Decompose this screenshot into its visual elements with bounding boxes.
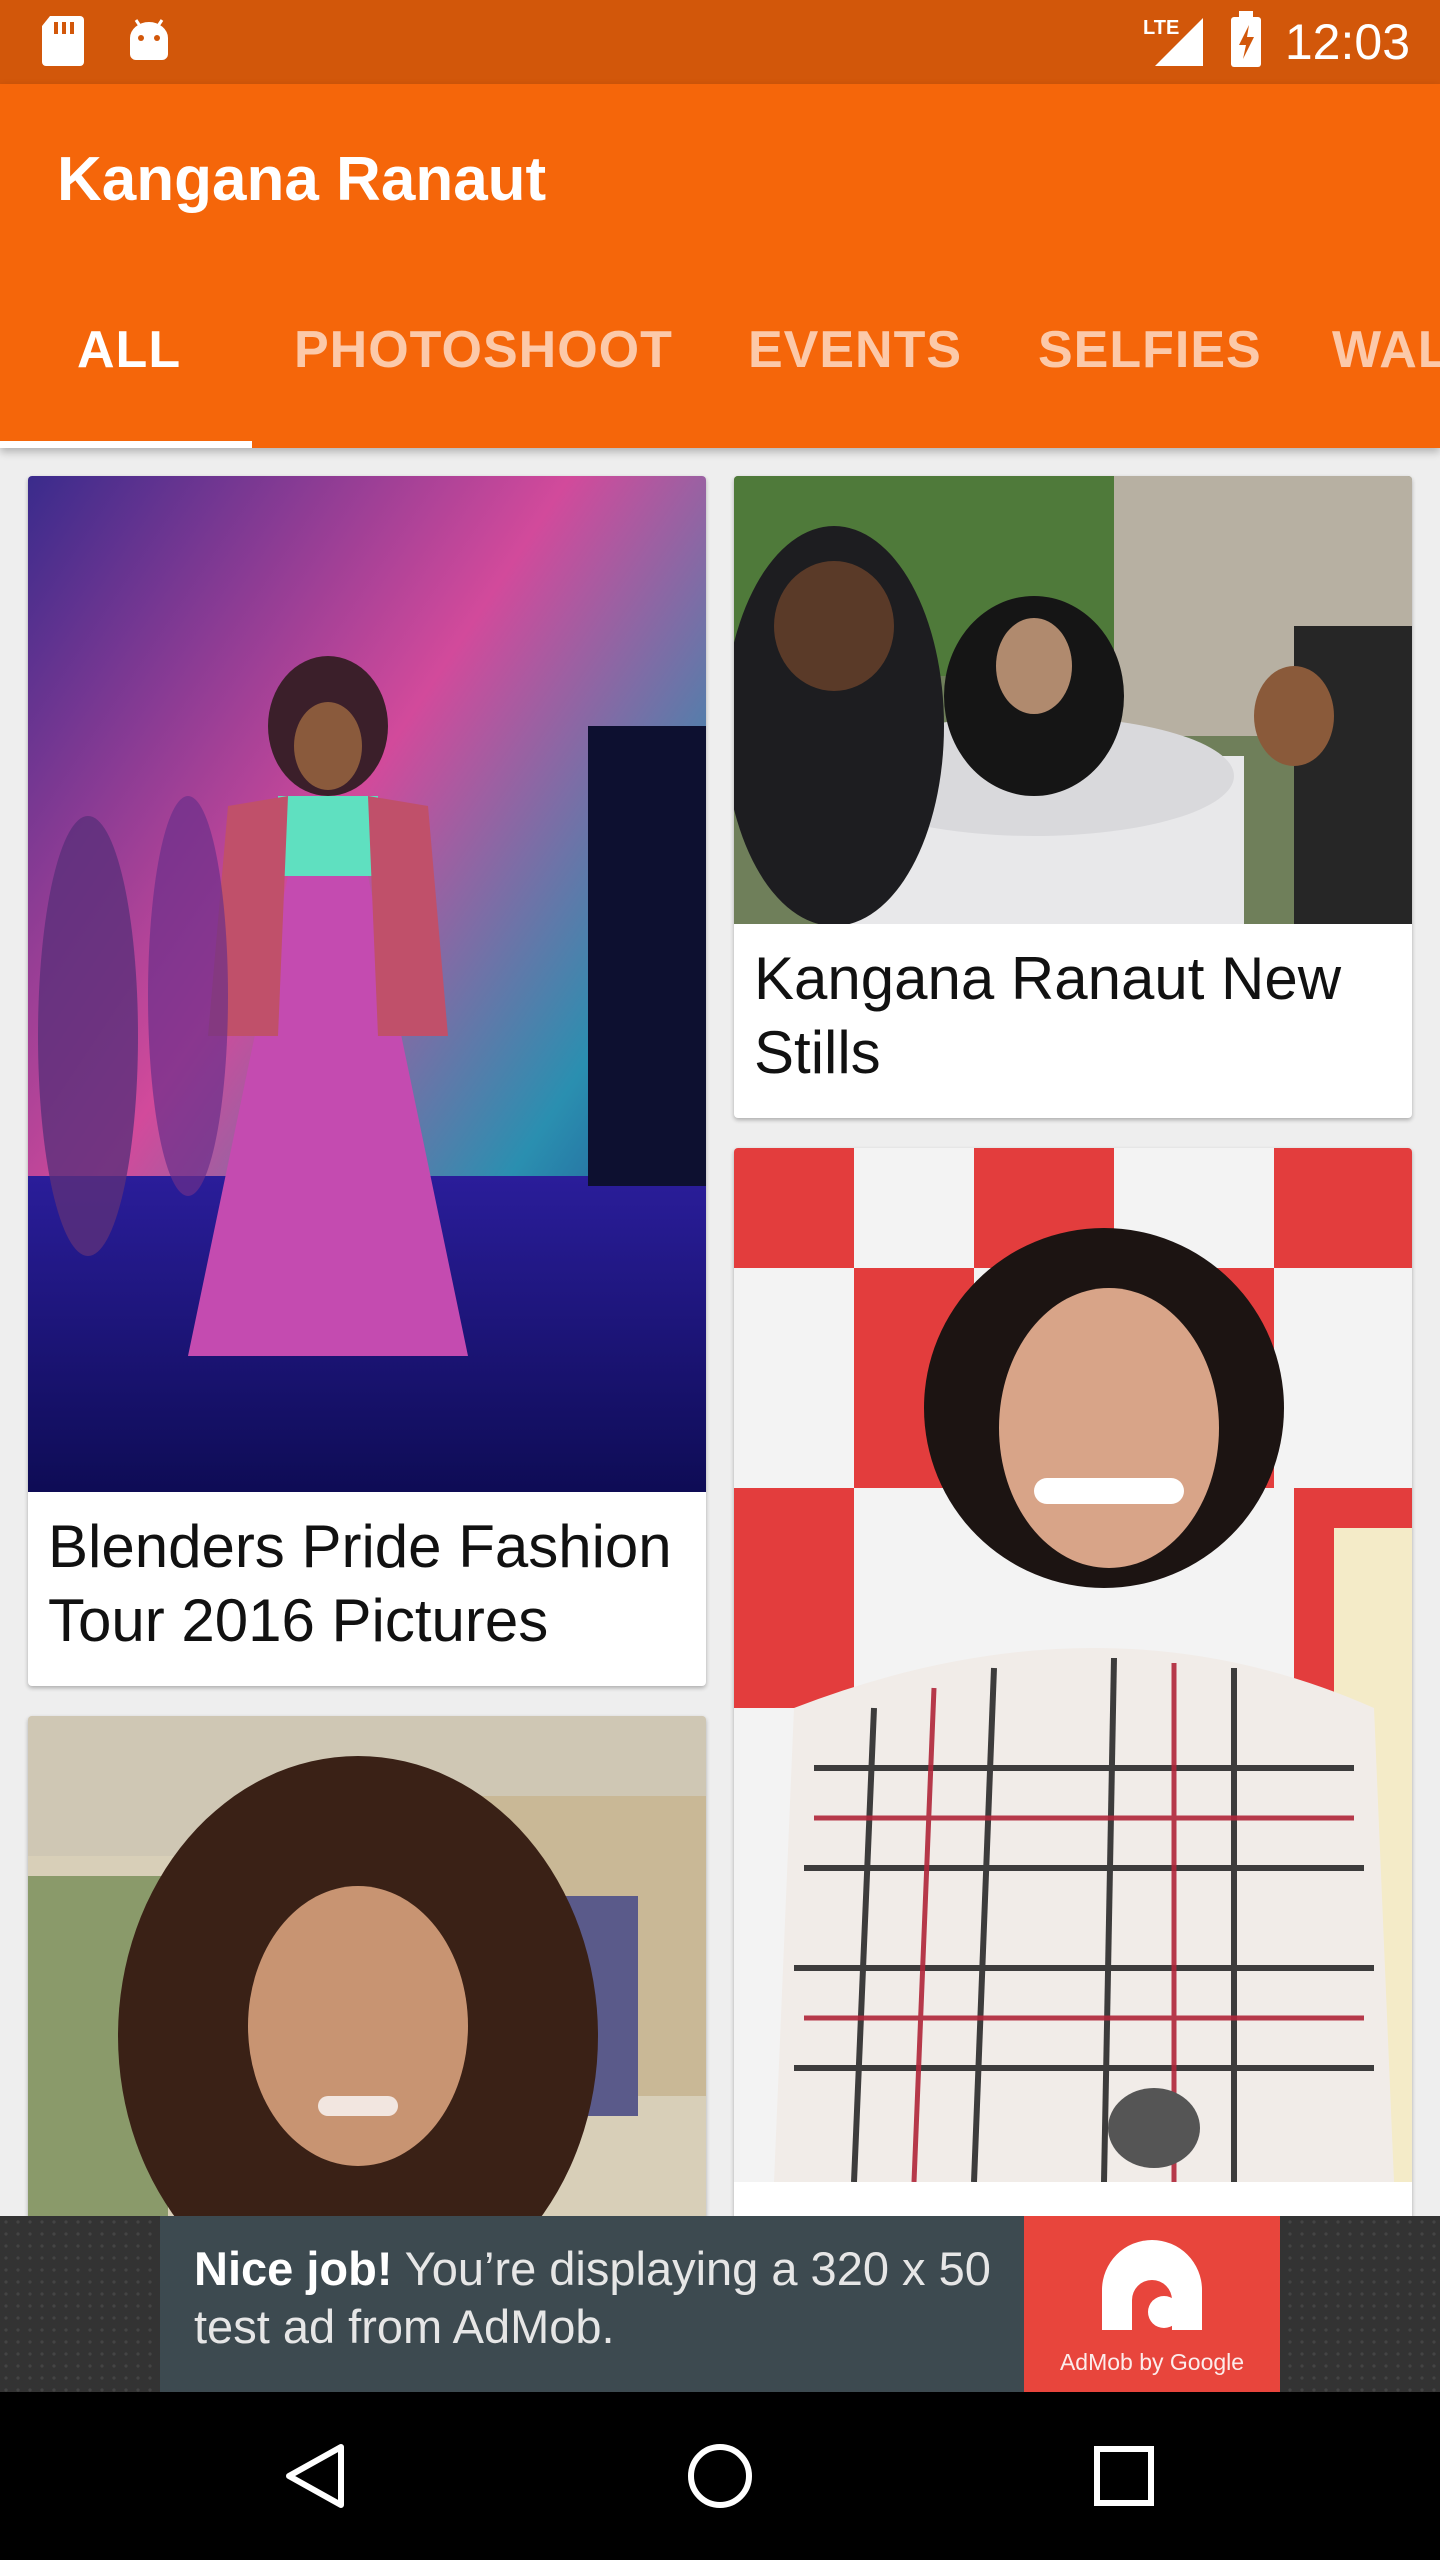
card-caption: Kangana Ranaut New Stills (754, 945, 1342, 1086)
status-time: 12:03 (1284, 14, 1410, 70)
tab-wallpapers[interactable]: WAL (1332, 320, 1440, 380)
signal-icon: LTE (1143, 12, 1207, 73)
curly-hair-portrait-photo (28, 1716, 706, 2236)
android-icon (126, 14, 172, 68)
tab-photoshoot[interactable]: PHOTOSHOOT (294, 320, 673, 380)
admob-logo: AdMob by Google (1024, 2216, 1280, 2392)
gallery-card[interactable]: Kangana Ranaut New Stills (734, 476, 1412, 1118)
recents-button[interactable] (1082, 2434, 1166, 2518)
tab-strip: ALL PHOTOSHOOT EVENTS SELFIES WAL (0, 268, 1440, 448)
home-button[interactable] (678, 2434, 762, 2518)
gallery-card[interactable]: Blenders Pride Fashion Tour 2016 Picture… (28, 476, 706, 1686)
back-icon (286, 2444, 344, 2508)
admob-brand-label: AdMob by Google (1059, 2349, 1245, 2375)
home-icon (688, 2444, 752, 2508)
back-button[interactable] (274, 2434, 358, 2518)
runway-photo (28, 476, 706, 1492)
ad-text: Nice job! You’re displaying a 320 x 50 t… (194, 2240, 1014, 2356)
network-label: LTE (1143, 17, 1179, 39)
app-bar: Kangana Ranaut ALL PHOTOSHOOT EVENTS SEL… (0, 84, 1440, 448)
gallery-card[interactable] (28, 1716, 706, 2236)
tab-all[interactable]: ALL (77, 320, 181, 380)
card-caption: Blenders Pride Fashion Tour 2016 Picture… (48, 1513, 672, 1654)
femina-event-photo (734, 1148, 1412, 2182)
recents-icon (1094, 2446, 1154, 2506)
battery-charging-icon (1229, 10, 1263, 74)
admob-icon (1102, 2240, 1202, 2330)
ad-banner-container: Nice job! You’re displaying a 320 x 50 t… (0, 2216, 1440, 2392)
status-bar: LTE 12:03 (0, 0, 1440, 84)
gallery-card[interactable] (734, 1148, 1412, 2236)
tab-events[interactable]: EVENTS (748, 320, 962, 380)
ad-banner[interactable]: Nice job! You’re displaying a 320 x 50 t… (160, 2216, 1280, 2392)
sd-card-icon (40, 14, 86, 68)
tab-indicator (0, 441, 252, 448)
tab-selfies[interactable]: SELFIES (1038, 320, 1262, 380)
page-title: Kangana Ranaut (57, 145, 547, 214)
ad-headline: Nice job! (194, 2242, 393, 2295)
car-crowd-photo (734, 476, 1412, 924)
navigation-bar (0, 2392, 1440, 2560)
